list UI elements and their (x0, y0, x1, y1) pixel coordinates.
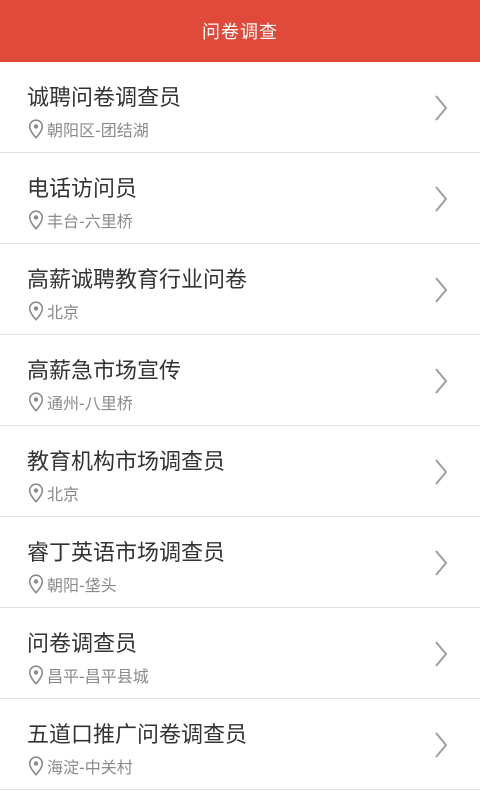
location-pin-icon (28, 483, 44, 503)
location-pin-icon (28, 574, 44, 594)
job-title: 睿丁英语市场调查员 (27, 541, 226, 566)
app-header: 问卷调查 (0, 0, 480, 62)
location-text: 通州-八里桥 (47, 394, 133, 413)
job-location: 海淀-中关村 (27, 754, 133, 778)
chevron-right-icon (435, 95, 448, 121)
location-pin-icon (28, 210, 44, 230)
page-title: 问卷调查 (202, 22, 278, 43)
location-text: 昌平-昌平县城 (47, 667, 149, 686)
location-pin-icon (28, 756, 44, 776)
job-location: 北京 (27, 299, 79, 323)
job-location: 朝阳区-团结湖 (27, 117, 149, 141)
job-title: 问卷调查员 (27, 632, 138, 657)
location-text: 丰台-六里桥 (47, 212, 133, 231)
job-list-item[interactable]: 诚聘问卷调查员 朝阳区-团结湖 (0, 62, 480, 153)
job-list-item[interactable]: 高薪急市场宣传 通州-八里桥 (0, 335, 480, 426)
job-title: 高薪诚聘教育行业问卷 (27, 268, 248, 293)
job-title: 五道口推广问卷调查员 (27, 723, 248, 748)
location-text: 北京 (47, 303, 80, 322)
location-text: 海淀-中关村 (47, 758, 133, 777)
chevron-right-icon (435, 732, 448, 758)
job-location: 北京 (27, 481, 79, 505)
job-list: 诚聘问卷调查员 朝阳区-团结湖 电话访问员 丰台-六里桥 高薪诚聘教育行业问卷 … (0, 62, 480, 790)
job-list-item[interactable]: 五道口推广问卷调查员 海淀-中关村 (0, 699, 480, 790)
chevron-right-icon (435, 641, 448, 667)
location-text: 朝阳区-团结湖 (47, 121, 149, 140)
chevron-right-icon (435, 368, 448, 394)
job-title: 电话访问员 (27, 177, 138, 202)
job-list-item[interactable]: 教育机构市场调查员 北京 (0, 426, 480, 517)
job-title: 教育机构市场调查员 (27, 450, 226, 475)
location-pin-icon (28, 301, 44, 321)
chevron-right-icon (435, 186, 448, 212)
location-pin-icon (28, 665, 44, 685)
job-list-item[interactable]: 问卷调查员 昌平-昌平县城 (0, 608, 480, 699)
location-text: 北京 (47, 485, 80, 504)
location-pin-icon (28, 392, 44, 412)
job-list-item[interactable]: 睿丁英语市场调查员 朝阳-垡头 (0, 517, 480, 608)
job-location: 昌平-昌平县城 (27, 663, 149, 687)
job-location: 丰台-六里桥 (27, 208, 133, 232)
location-text: 朝阳-垡头 (47, 576, 117, 595)
location-pin-icon (28, 119, 44, 139)
job-list-item[interactable]: 高薪诚聘教育行业问卷 北京 (0, 244, 480, 335)
job-title: 诚聘问卷调查员 (27, 86, 182, 111)
job-location: 通州-八里桥 (27, 390, 133, 414)
chevron-right-icon (435, 459, 448, 485)
job-location: 朝阳-垡头 (27, 572, 117, 596)
chevron-right-icon (435, 277, 448, 303)
chevron-right-icon (435, 550, 448, 576)
job-list-item[interactable]: 电话访问员 丰台-六里桥 (0, 153, 480, 244)
job-title: 高薪急市场宣传 (27, 359, 182, 384)
